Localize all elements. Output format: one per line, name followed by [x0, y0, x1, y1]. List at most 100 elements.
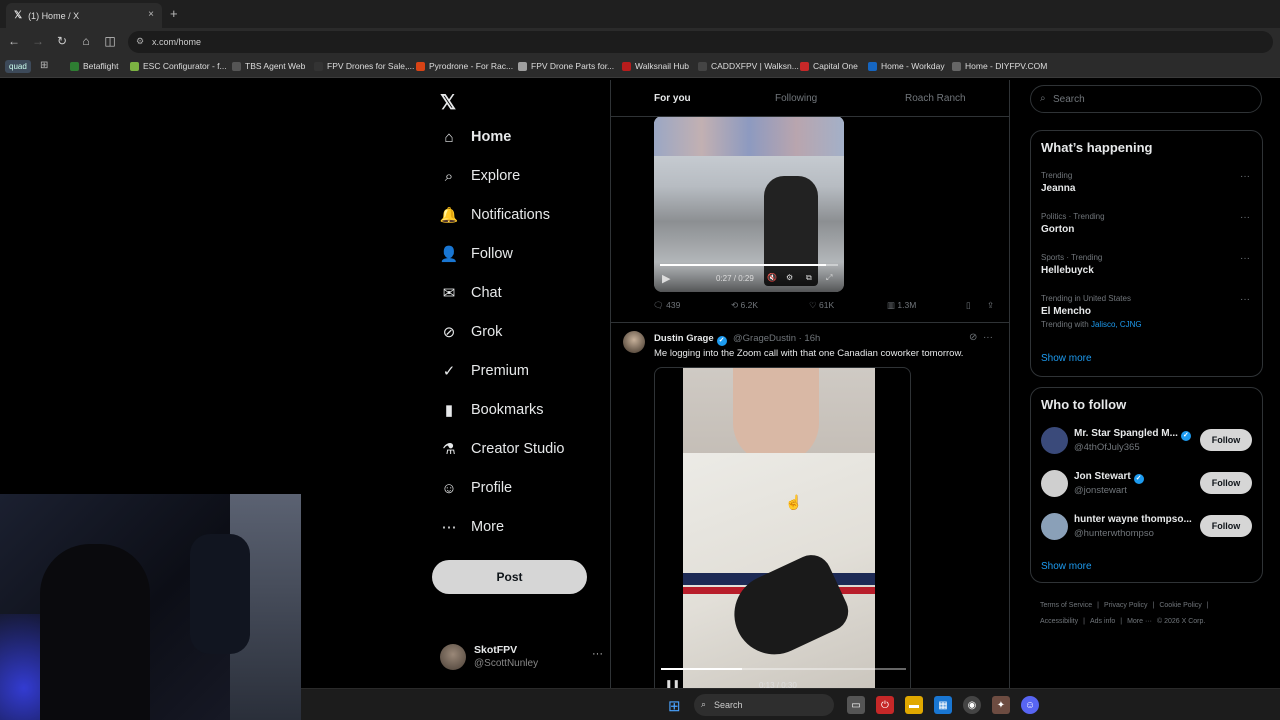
taskbar-search[interactable]: ⌕ Search [694, 694, 834, 716]
back-icon[interactable]: ← [6, 34, 22, 48]
footer-link[interactable]: Terms of Service [1040, 602, 1092, 609]
like-button[interactable]: ♡ 61K [809, 300, 834, 311]
follow-button[interactable]: Follow [1200, 429, 1252, 451]
footer-link[interactable]: © 2026 X Corp. [1157, 618, 1205, 625]
tweet[interactable]: Dustin Grage ✓ @GrageDustin · 16h ⊘ ··· M… [611, 322, 1009, 690]
follow-button[interactable]: Follow [1200, 472, 1252, 494]
share-icon[interactable]: ⇪ [987, 300, 994, 311]
bookmark-item[interactable]: Betaflight [70, 61, 118, 71]
bookmark-folder-quad[interactable]: quad [5, 60, 31, 73]
windows-start-icon[interactable]: ⊞ [668, 697, 681, 715]
tweet-more-icon[interactable]: ··· [983, 332, 993, 343]
views-button[interactable]: ▥ 1.3M [887, 300, 916, 311]
nav-item-bookmarks[interactable]: ▮ Bookmarks [440, 401, 544, 419]
follow-suggestion[interactable]: Mr. Star Spangled M... ✓ @4thOfJuly365 Foll… [1041, 423, 1256, 461]
grok-icon[interactable]: ⊘ [969, 332, 977, 343]
nav-item-grok[interactable]: ⊘ Grok [440, 323, 503, 341]
footer-link[interactable]: Ads info [1090, 618, 1115, 625]
app-drone-icon[interactable]: ✦ [992, 696, 1010, 714]
trend-more-icon[interactable]: ··· [1240, 294, 1250, 305]
bookmark-item[interactable]: TBS Agent Web [232, 61, 305, 71]
nav-item-more[interactable]: ⋯ More [440, 518, 505, 536]
x-logo-icon[interactable]: 𝕏 [440, 90, 456, 115]
bookmark-item[interactable]: Home - Workday [868, 61, 945, 71]
url-field[interactable]: ⚙ x.com/home [128, 31, 1273, 53]
play-icon[interactable]: ▶ [662, 272, 670, 285]
bookmark-favicon-icon [622, 61, 631, 71]
trend-item[interactable]: Trending Jeanna ··· [1041, 171, 1256, 194]
fullscreen-icon[interactable]: ⤢ [826, 273, 832, 283]
footer-link[interactable]: Cookie Policy [1159, 602, 1201, 609]
account-more-icon[interactable]: ··· [592, 648, 603, 660]
home-browser-icon[interactable]: ⌂ [78, 34, 94, 48]
browser-tab[interactable]: 𝕏 (1) Home / X × [6, 3, 162, 28]
sidebar-toggle-icon[interactable]: ◫ [102, 34, 118, 48]
file-explorer-icon[interactable]: ▬ [905, 696, 923, 714]
nav-item-premium[interactable]: ✓ Premium [440, 362, 529, 380]
video-progress-bar[interactable] [660, 264, 838, 266]
bookmark-item[interactable]: CADDXFPV | Walksn... [698, 61, 799, 71]
avatar[interactable] [1041, 470, 1068, 497]
footer-link[interactable]: More ··· [1127, 618, 1152, 625]
bookmark-button[interactable]: ▯ [966, 300, 971, 311]
reload-icon[interactable]: ↻ [54, 34, 70, 48]
tweet-author-handle[interactable]: @GrageDustin · 16h [733, 333, 820, 344]
trend-more-icon[interactable]: ··· [1240, 171, 1250, 182]
trend-item[interactable]: Trending in United States El Mencho Trendi… [1041, 294, 1256, 329]
post-button[interactable]: Post [432, 560, 587, 594]
discord-icon[interactable]: ☺ [1021, 696, 1039, 714]
nav-item-follow[interactable]: 👤 Follow [440, 245, 513, 263]
tweet-video-player[interactable]: ❚❚ 0:13 / 0:30 [654, 367, 911, 690]
bookmark-item[interactable]: FPV Drones for Sale,... [314, 61, 414, 71]
chrome-icon[interactable]: ◉ [963, 696, 981, 714]
tweet-author-name[interactable]: Dustin Grage ✓ [654, 333, 727, 346]
search-input[interactable]: ⌕ Search [1030, 85, 1262, 113]
mute-icon[interactable]: 🔇 [767, 273, 777, 282]
tweet-video-player[interactable]: ▶ 0:27 / 0:29 🔇 ⚙ ⧉ ⤢ [654, 116, 844, 292]
bookmark-item[interactable]: Pyrodrone - For Rac... [416, 61, 513, 71]
avatar[interactable] [1041, 513, 1068, 540]
pip-icon[interactable]: ⧉ [806, 273, 812, 283]
trend-item[interactable]: Politics · Trending Gorton ··· [1041, 212, 1256, 235]
reply-button[interactable]: 🗨 439 [653, 300, 680, 311]
account-switcher[interactable]: SkotFPV @ScottNunley ··· [440, 642, 610, 678]
avatar[interactable] [1041, 427, 1068, 454]
nav-item-creator-studio[interactable]: ⚗ Creator Studio [440, 440, 564, 458]
repost-button[interactable]: ⟲ 6.2K [731, 300, 758, 311]
follow-suggestion[interactable]: hunter wayne thompso... @hunterwthompso Fo… [1041, 509, 1256, 547]
trend-more-icon[interactable]: ··· [1240, 212, 1250, 223]
settings-icon[interactable]: ⚙ [786, 273, 793, 282]
bookmark-item[interactable]: Capital One [800, 61, 858, 71]
footer-link[interactable]: Privacy Policy [1104, 602, 1148, 609]
apps-grid-icon[interactable]: ⊞ [40, 60, 48, 71]
footer-link[interactable]: Accessibility [1040, 618, 1078, 625]
tab-roach-ranch[interactable]: Roach Ranch [905, 93, 966, 104]
nav-item-profile[interactable]: ☺ Profile [440, 479, 512, 497]
follow-button[interactable]: Follow [1200, 515, 1252, 537]
show-more-link[interactable]: Show more [1041, 353, 1092, 364]
follow-suggestion[interactable]: Jon Stewart ✓ @jonstewart Follow [1041, 466, 1256, 504]
bookmark-item[interactable]: ESC Configurator - f... [130, 61, 227, 71]
tab-following[interactable]: Following [775, 93, 817, 104]
forward-icon[interactable]: → [30, 34, 46, 48]
close-tab-icon[interactable]: × [148, 9, 154, 20]
bookmark-item[interactable]: Walksnail Hub [622, 61, 689, 71]
task-view-icon[interactable]: ▭ [847, 696, 865, 714]
trend-more-icon[interactable]: ··· [1240, 253, 1250, 264]
trend-item[interactable]: Sports · Trending Hellebuyck ··· [1041, 253, 1256, 276]
nav-item-notifications[interactable]: 🔔 Notifications [440, 206, 550, 224]
nav-item-home[interactable]: ⌂ Home [440, 128, 511, 146]
show-more-link[interactable]: Show more [1041, 561, 1092, 572]
app-window-icon[interactable]: ▦ [934, 696, 952, 714]
new-tab-button[interactable]: + [170, 6, 178, 21]
avatar[interactable] [623, 331, 645, 353]
site-info-icon[interactable]: ⚙ [136, 36, 144, 47]
video-progress-bar[interactable] [661, 668, 906, 670]
trend-with-links[interactable]: Jalisco, CJNG [1091, 320, 1142, 329]
nav-item-explore[interactable]: ⌕ Explore [440, 167, 520, 185]
bookmark-item[interactable]: Home - DIYFPV.COM [952, 61, 1047, 71]
app-power-icon[interactable]: ⏻ [876, 696, 894, 714]
bookmark-item[interactable]: FPV Drone Parts for... [518, 61, 614, 71]
nav-item-chat[interactable]: ✉ Chat [440, 284, 502, 302]
tab-for-you[interactable]: For you [654, 93, 691, 104]
